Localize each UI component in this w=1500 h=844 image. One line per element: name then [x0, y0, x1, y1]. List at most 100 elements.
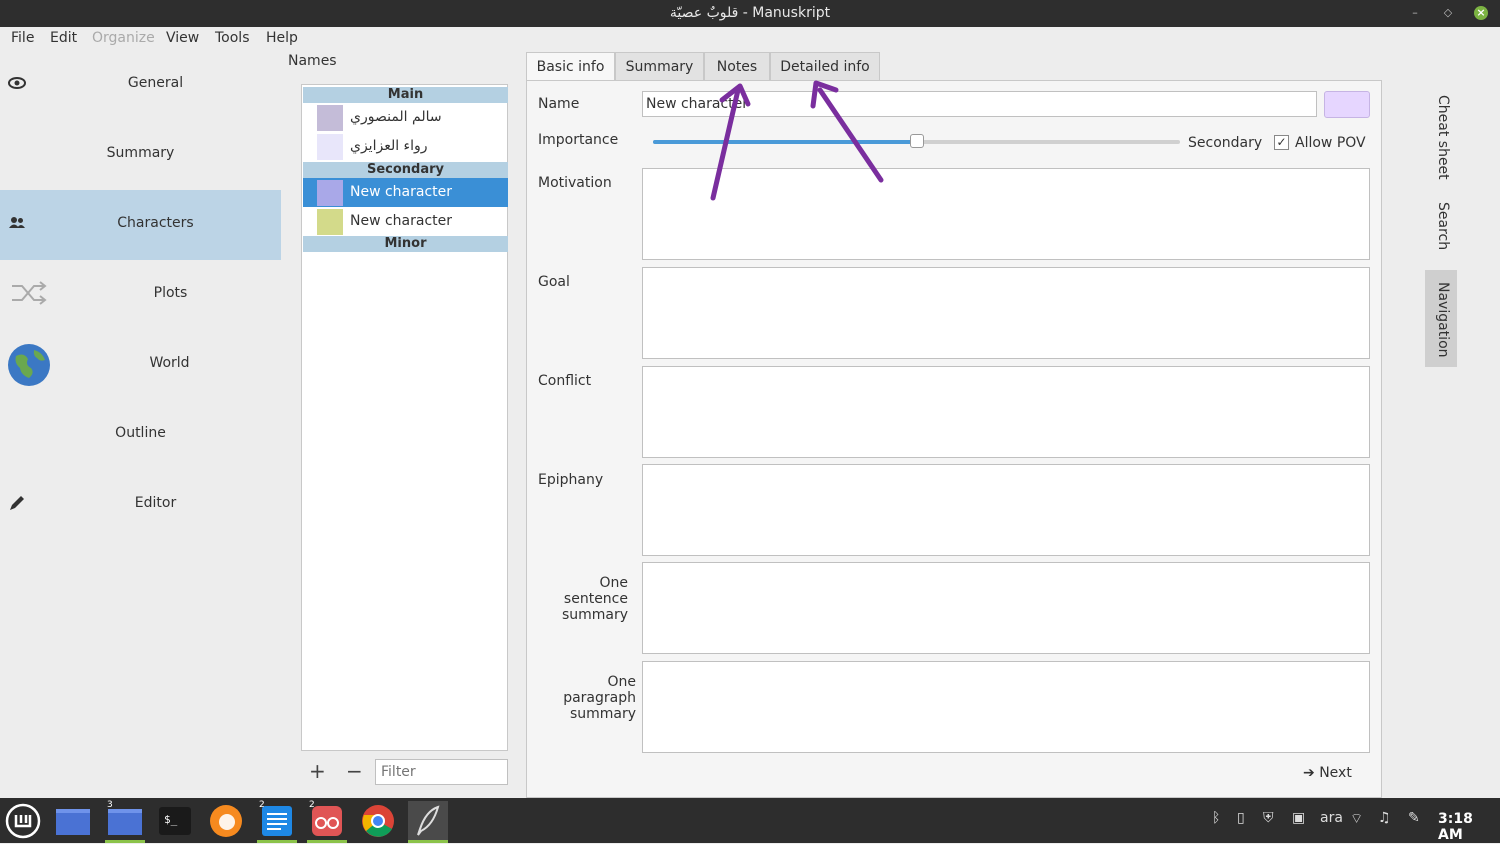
nav-world-label: World — [149, 355, 190, 371]
manuskript-icon[interactable] — [408, 801, 448, 843]
allow-pov-label: Allow POV — [1295, 135, 1366, 151]
nav-editor-label: Editor — [134, 495, 177, 511]
menu-bar: File Edit Organize View Tools Help — [0, 27, 1500, 51]
name-field[interactable]: New character — [642, 91, 1317, 117]
menu-tools[interactable]: Tools — [215, 30, 250, 46]
tab-detailed-info[interactable]: Detailed info — [770, 52, 880, 81]
notes-icon[interactable]: ✎ — [1408, 810, 1420, 826]
remove-character-button[interactable]: − — [346, 759, 363, 783]
maximize-button[interactable]: ◇ — [1441, 6, 1455, 20]
conflict-field[interactable] — [642, 366, 1370, 458]
terminal-icon[interactable]: $_ — [155, 801, 195, 840]
text-editor-icon[interactable]: 2 — [257, 800, 297, 843]
next-button[interactable]: ➔ Next — [1303, 765, 1352, 781]
taskbar: 3 $_ 2 2 ᛒ ▯ ⛨ ▣ ara ⌔ ♫ ✎ 3:18 AM — [0, 798, 1500, 843]
one-sentence-label: One sentence summary — [561, 575, 628, 623]
epiphany-label: Epiphany — [538, 472, 604, 488]
window-title: قلوبٌ عصيّة - Manuskript — [669, 5, 831, 21]
title-bar: قلوبٌ عصيّة - Manuskript – ◇ × — [0, 0, 1500, 27]
nav-plots-label: Plots — [153, 285, 188, 301]
firefox-icon[interactable] — [206, 801, 246, 840]
goal-label: Goal — [538, 274, 570, 290]
tab-summary[interactable]: Summary — [615, 52, 704, 81]
group-secondary[interactable]: Secondary — [303, 162, 508, 178]
character-list: Main سالم المنصوري رواء العزايزي Seconda… — [301, 84, 508, 751]
tab-cheat-sheet[interactable]: Cheat sheet — [1425, 95, 1457, 195]
chrome-icon[interactable] — [358, 801, 398, 840]
tab-basic-info[interactable]: Basic info — [526, 52, 615, 82]
character-color-swatch — [317, 180, 343, 206]
character-color-swatch — [317, 134, 343, 160]
left-navigation: General Summary Characters Plots World O… — [0, 50, 281, 795]
nav-world[interactable]: World — [0, 330, 281, 400]
one-sentence-field[interactable] — [642, 562, 1370, 654]
character-color-swatch — [317, 209, 343, 235]
menu-icon[interactable] — [3, 801, 43, 840]
tab-notes[interactable]: Notes — [704, 52, 770, 81]
importance-slider-handle[interactable] — [909, 134, 924, 148]
importance-slider-fill — [653, 140, 917, 144]
shield-icon[interactable]: ⛨ — [1263, 810, 1274, 826]
nav-summary[interactable]: Summary — [0, 120, 281, 190]
character-name: سالم المنصوري — [350, 109, 442, 125]
character-item[interactable]: رواء العزايزي — [303, 132, 508, 161]
nav-characters-label: Characters — [117, 215, 194, 231]
group-main[interactable]: Main — [303, 87, 508, 103]
character-name: رواء العزايزي — [350, 138, 428, 154]
update-icon[interactable]: ▣ — [1292, 810, 1305, 826]
nav-editor[interactable]: Editor — [0, 470, 281, 540]
menu-view[interactable]: View — [166, 30, 199, 46]
tab-navigation[interactable]: Navigation — [1425, 270, 1457, 367]
menu-help[interactable]: Help — [266, 30, 298, 46]
files-badge: 3 — [107, 800, 113, 810]
character-name: New character — [350, 184, 453, 200]
goal-field[interactable] — [642, 267, 1370, 359]
nav-outline[interactable]: Outline — [0, 400, 281, 470]
epiphany-field[interactable] — [642, 464, 1370, 556]
arrow-right-icon: ➔ — [1303, 765, 1320, 781]
character-item[interactable]: سالم المنصوري — [303, 103, 508, 132]
importance-value: Secondary — [1188, 135, 1263, 151]
character-name: New character — [350, 213, 453, 229]
one-paragraph-field[interactable] — [642, 661, 1370, 753]
menu-edit[interactable]: Edit — [50, 30, 77, 46]
menu-file[interactable]: File — [11, 30, 34, 46]
character-item[interactable]: New character — [303, 207, 508, 236]
show-desktop-icon[interactable] — [53, 801, 93, 840]
files-icon[interactable]: 3 — [105, 800, 145, 843]
nav-plots[interactable]: Plots — [0, 260, 281, 330]
importance-slider[interactable] — [653, 134, 1180, 148]
right-dock: Cheat sheet Search Navigation — [1425, 95, 1457, 375]
filter-input[interactable] — [375, 759, 508, 785]
group-minor[interactable]: Minor — [303, 236, 508, 252]
menu-organize[interactable]: Organize — [92, 30, 155, 46]
motivation-label: Motivation — [538, 175, 612, 191]
nav-general[interactable]: General — [0, 50, 281, 120]
character-color-swatch — [317, 105, 343, 131]
text-editor-badge: 2 — [259, 800, 265, 810]
reader-icon[interactable]: 2 — [307, 800, 347, 843]
nav-summary-label: Summary — [106, 145, 175, 161]
reader-badge: 2 — [309, 800, 315, 810]
allow-pov-checkbox[interactable]: ✓ — [1274, 135, 1289, 150]
bluetooth-icon[interactable]: ᛒ — [1212, 810, 1220, 826]
clipboard-icon[interactable]: ▯ — [1237, 810, 1245, 826]
svg-text:$_: $_ — [164, 813, 178, 826]
character-item-selected[interactable]: New character — [303, 178, 508, 207]
nav-outline-label: Outline — [115, 425, 166, 441]
one-paragraph-label: One paragraph summary — [563, 674, 636, 722]
importance-label: Importance — [538, 132, 619, 148]
wifi-icon[interactable]: ⌔ — [1350, 810, 1363, 828]
minimize-button[interactable]: – — [1408, 6, 1422, 20]
conflict-label: Conflict — [538, 373, 592, 389]
add-character-button[interactable]: + — [309, 759, 326, 783]
nav-general-label: General — [127, 75, 184, 91]
character-color-button[interactable] — [1324, 91, 1370, 118]
names-heading: Names — [288, 53, 337, 69]
nav-characters[interactable]: Characters — [0, 190, 281, 260]
sound-icon[interactable]: ♫ — [1378, 810, 1391, 826]
keyboard-language[interactable]: ara — [1320, 810, 1343, 826]
close-button[interactable]: × — [1474, 6, 1488, 20]
tab-search[interactable]: Search — [1425, 202, 1457, 262]
motivation-field[interactable] — [642, 168, 1370, 260]
